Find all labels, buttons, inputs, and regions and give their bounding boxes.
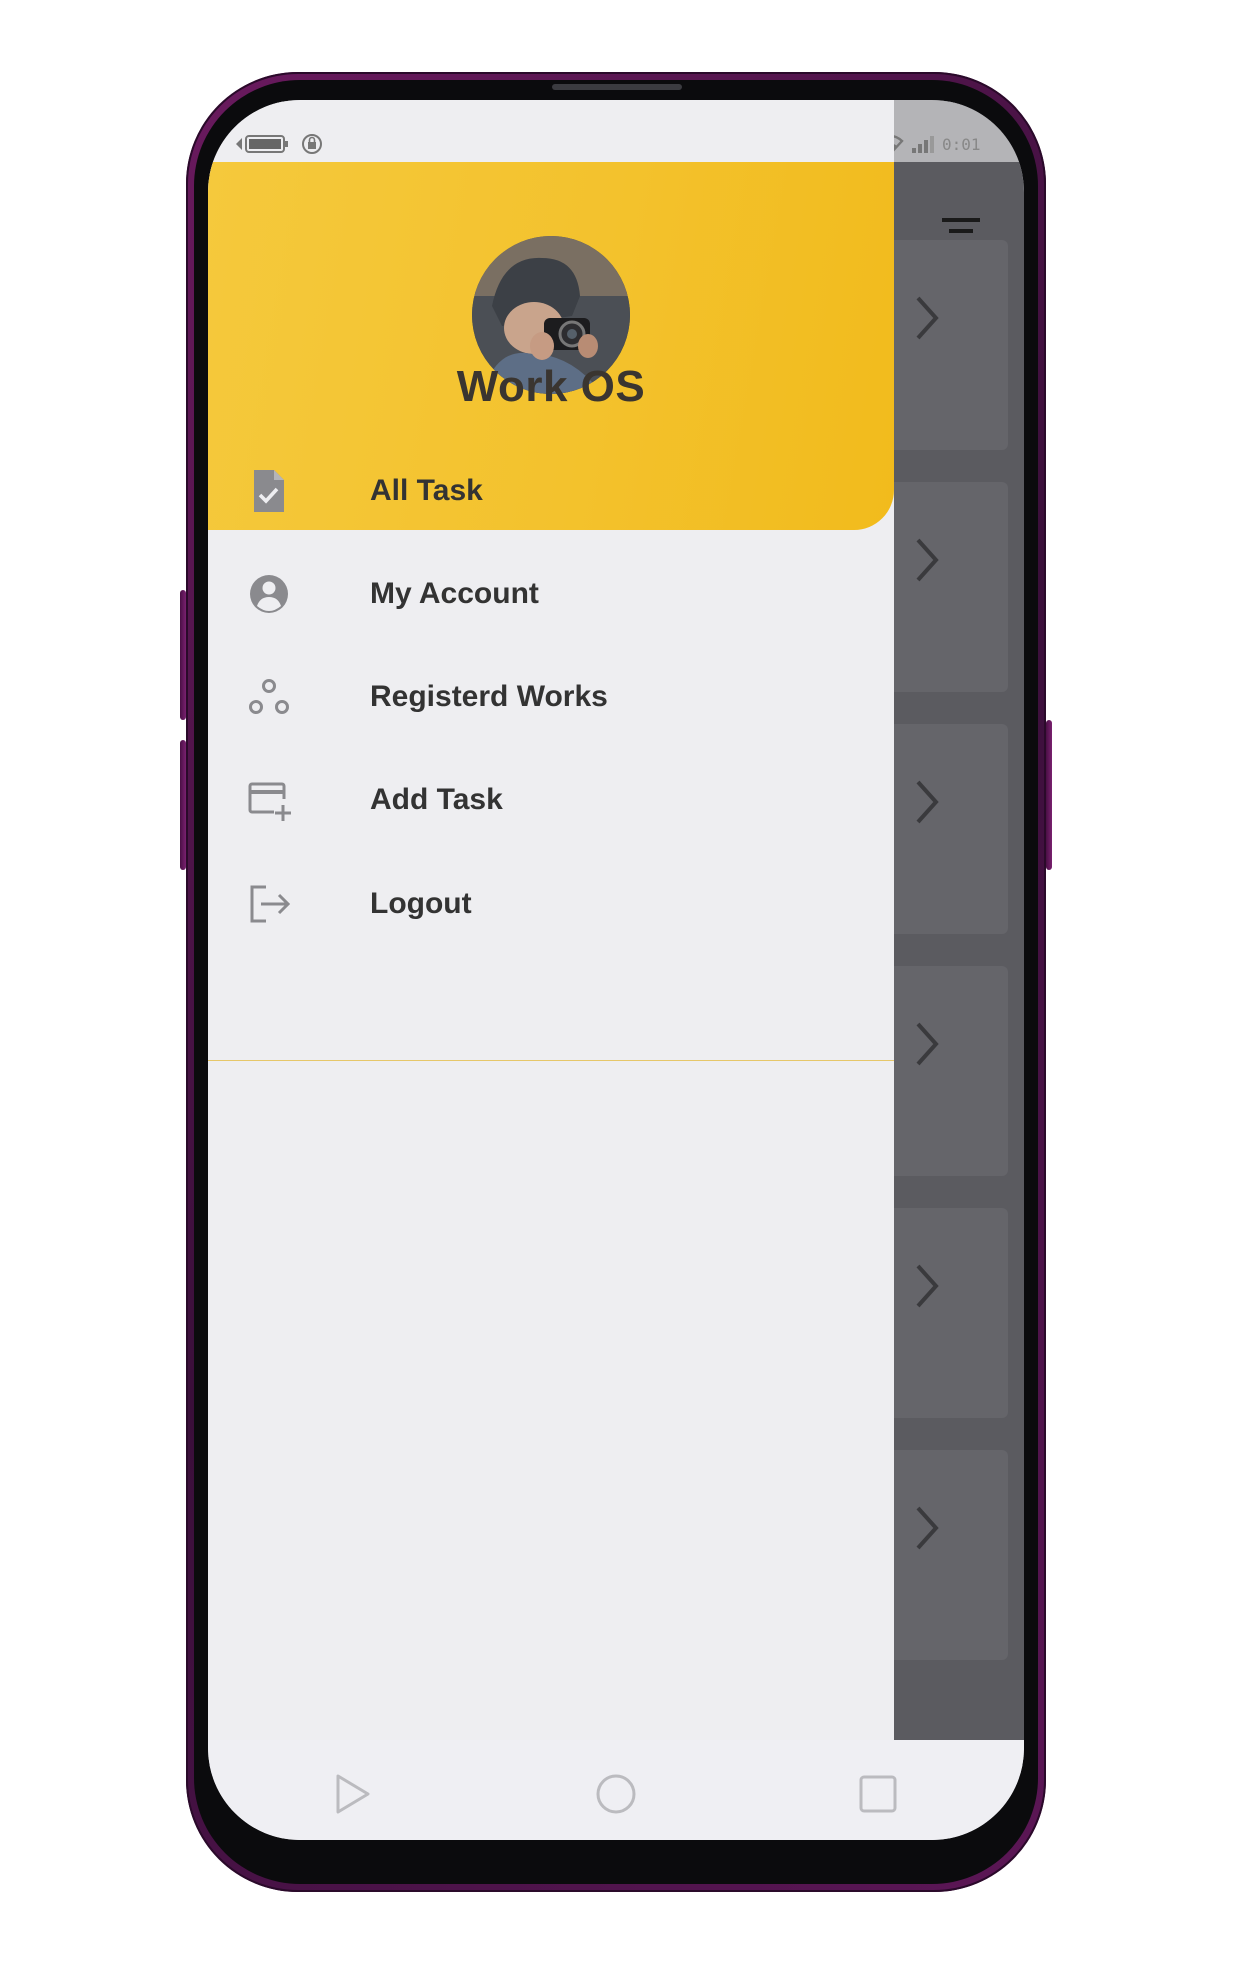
power-button	[1046, 720, 1052, 870]
task-card[interactable]	[888, 240, 1008, 450]
status-time: 0:01	[942, 134, 981, 154]
device-mockup: 0:01 Work OS All Task My Account Registe…	[0, 0, 1247, 1986]
menu-item-label: My Account	[370, 577, 539, 610]
menu-item-my-account[interactable]: My Account	[208, 539, 894, 649]
task-card[interactable]	[888, 724, 1008, 934]
battery-icon	[236, 135, 288, 153]
task-card[interactable]	[888, 482, 1008, 692]
task-document-icon	[254, 470, 284, 512]
menu-item-add-task[interactable]: Add Task	[208, 745, 894, 855]
status-left	[234, 130, 324, 158]
workflow-nodes-icon	[249, 679, 289, 714]
chevron-right-icon	[916, 780, 939, 824]
menu-item-label: Add Task	[370, 783, 503, 816]
recents-icon[interactable]	[852, 1768, 904, 1820]
earpiece-speaker	[552, 84, 682, 90]
menu-item-label: Logout	[370, 887, 472, 920]
menu-divider	[208, 1060, 894, 1061]
navigation-drawer: Work OS All Task My Account Registerd Wo…	[208, 100, 894, 1740]
menu-item-all-task[interactable]: All Task	[208, 436, 894, 546]
back-icon[interactable]	[326, 1768, 378, 1820]
chevron-right-icon	[916, 538, 939, 582]
signal-icon	[912, 136, 934, 153]
home-icon[interactable]	[590, 1768, 642, 1820]
task-card[interactable]	[888, 966, 1008, 1176]
chevron-right-icon	[916, 1022, 939, 1066]
logout-icon	[250, 885, 291, 923]
chevron-right-icon	[916, 296, 939, 340]
menu-item-label: Registerd Works	[370, 680, 608, 713]
chevron-right-icon	[916, 1264, 939, 1308]
add-card-icon	[248, 782, 291, 821]
app-title: Work OS	[456, 362, 646, 411]
phone-screen: 0:01 Work OS All Task My Account Registe…	[208, 100, 1024, 1840]
task-card[interactable]	[888, 1208, 1008, 1418]
task-card[interactable]	[888, 1450, 1008, 1660]
volume-up-button	[180, 590, 186, 720]
menu-item-registerd-works[interactable]: Registerd Works	[208, 642, 894, 752]
menu-item-logout[interactable]: Logout	[208, 849, 894, 959]
volume-down-button	[180, 740, 186, 870]
chevron-right-icon	[916, 1506, 939, 1550]
menu-item-label: All Task	[370, 474, 483, 507]
account-circle-icon	[250, 575, 288, 613]
rotation-lock-icon	[302, 134, 322, 154]
